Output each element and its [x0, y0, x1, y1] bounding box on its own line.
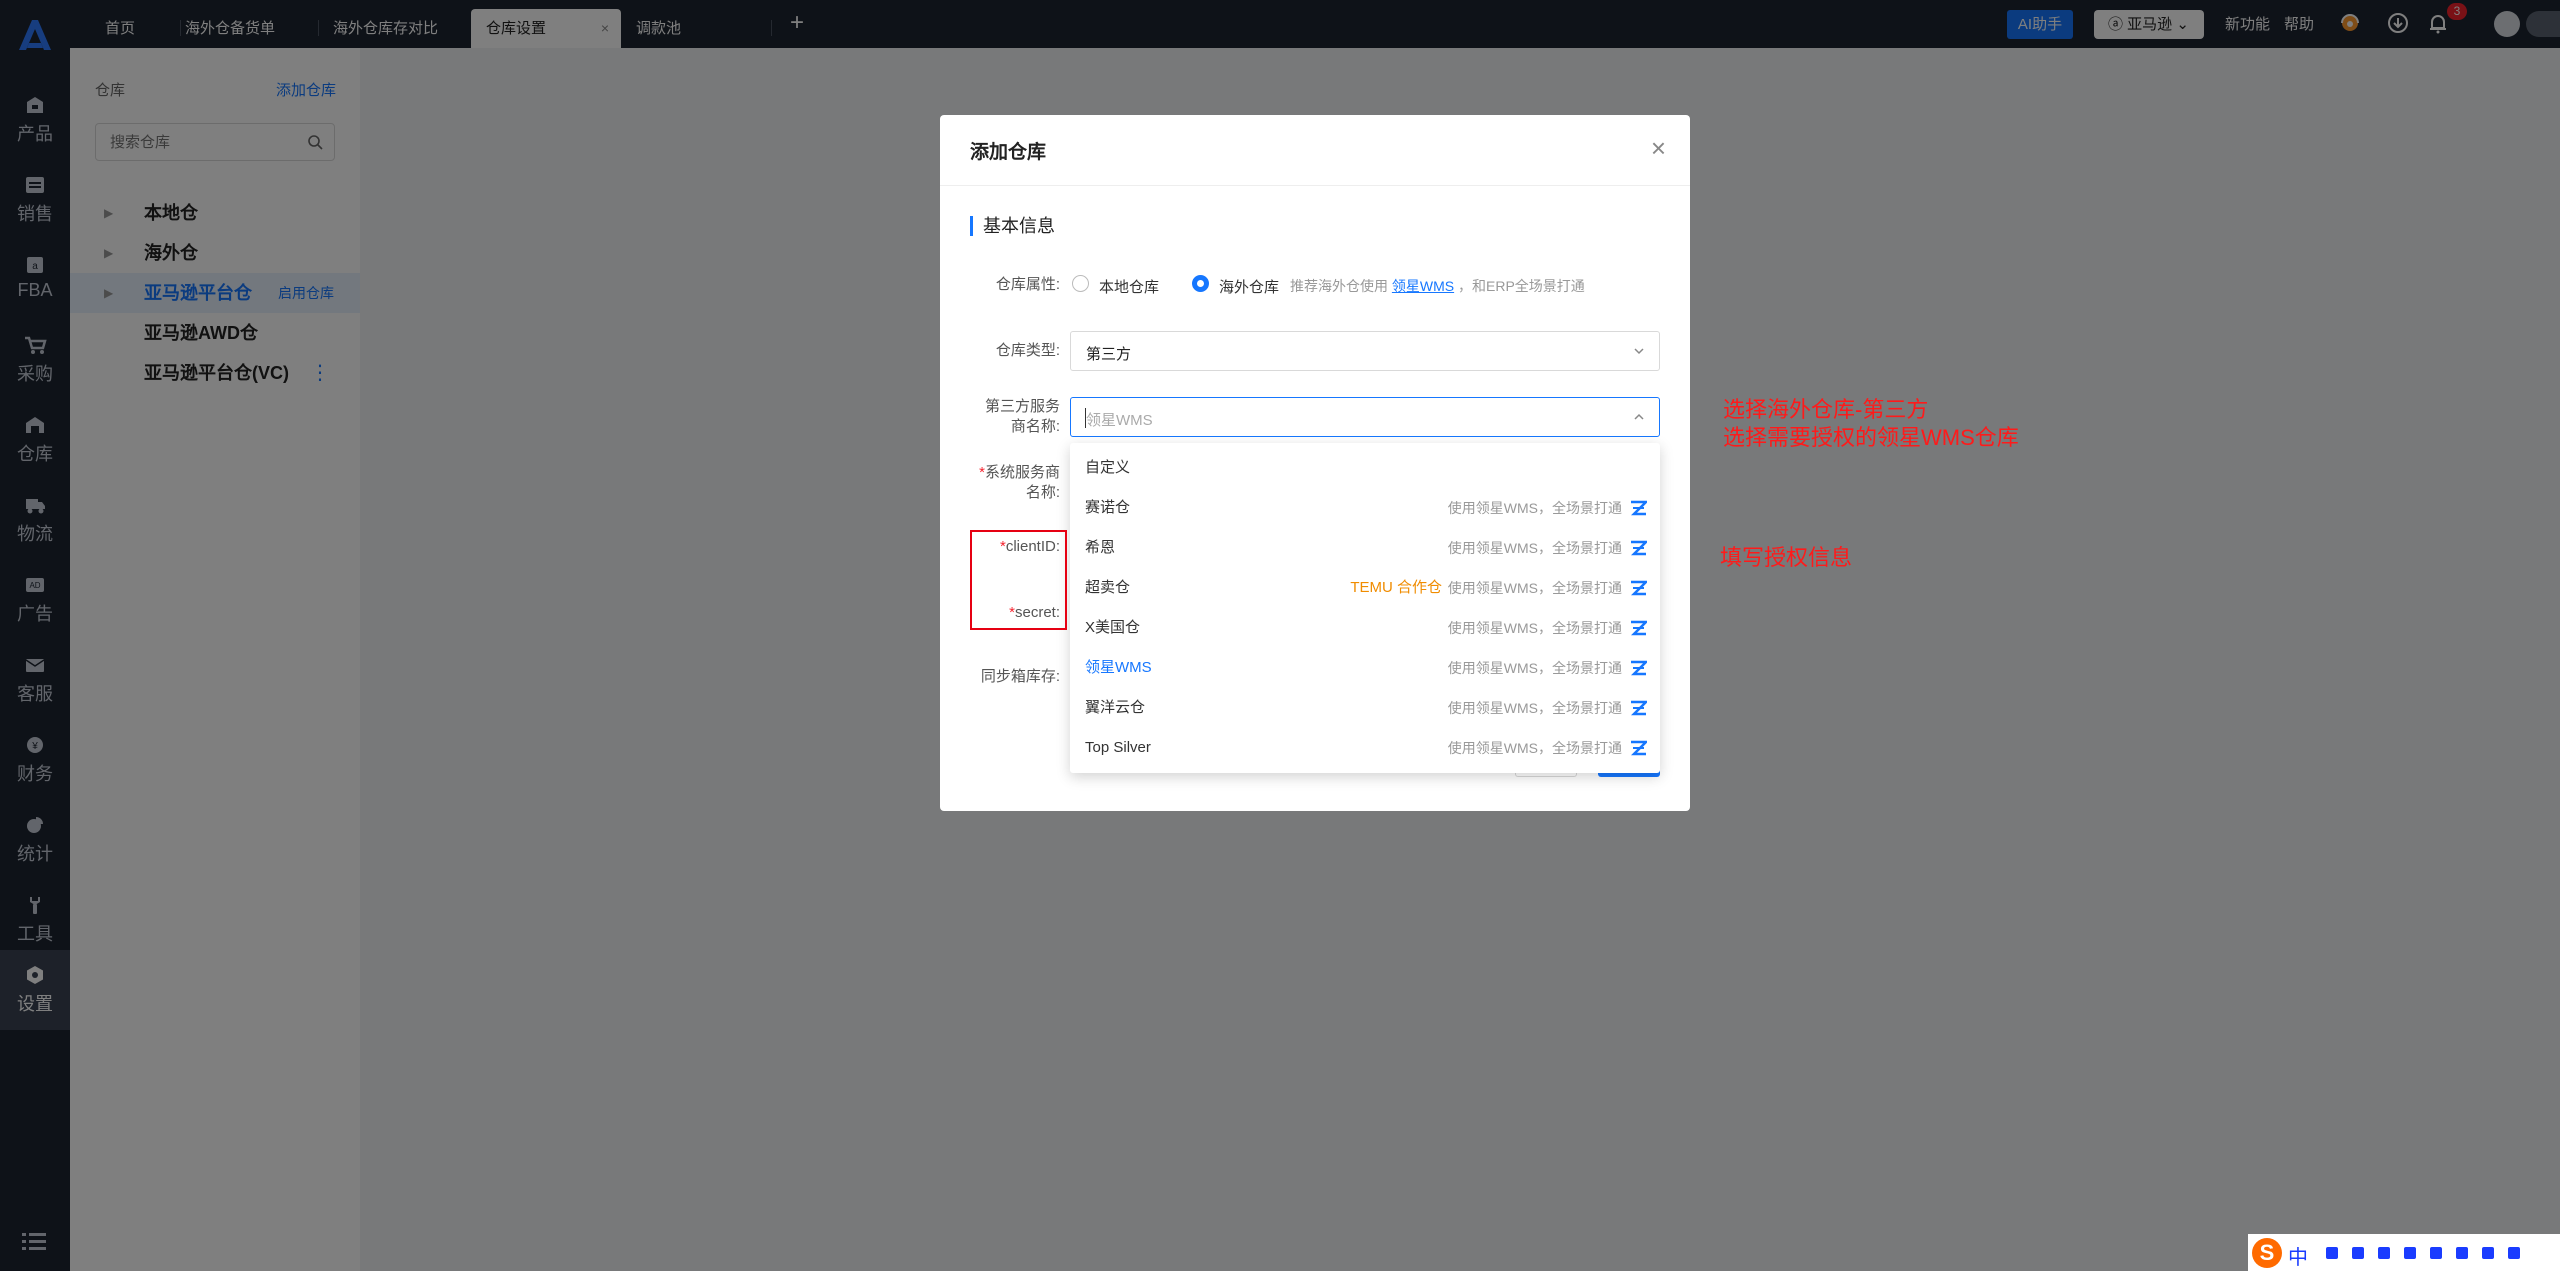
system-provider-label: *系统服务商 名称: — [940, 463, 1060, 503]
option-note: 使用领星WMS，全场景打通 — [1447, 700, 1622, 716]
radio-local[interactable] — [1072, 275, 1089, 292]
label-line: 系统服务商 — [984, 464, 1060, 481]
option-name: 希恩 — [1085, 539, 1116, 556]
chevron-down-icon — [1634, 348, 1644, 355]
hint-text: ，和ERP全场景打通 — [1458, 278, 1585, 294]
radio-overseas-label[interactable]: 海外仓库 — [1219, 276, 1279, 297]
option-name: 赛诺仓 — [1085, 499, 1131, 516]
provider-select[interactable]: 领星WMS — [1070, 397, 1660, 437]
dropdown-option[interactable]: Top Silver 使用领星WMS，全场景打通 — [1070, 728, 1660, 768]
dropdown-option[interactable]: X美国仓 使用领星WMS，全场景打通 — [1070, 608, 1660, 648]
radio-overseas[interactable] — [1192, 275, 1209, 292]
select-placeholder: 领星WMS — [1086, 412, 1153, 429]
modal-header: 添加仓库 × — [940, 115, 1690, 186]
option-name: Top Silver — [1085, 739, 1151, 756]
option-note: 使用领星WMS，全场景打通 — [1447, 500, 1622, 516]
ime-punct-icon[interactable] — [2326, 1247, 2338, 1259]
warehouse-type-select[interactable]: 第三方 — [1070, 331, 1660, 371]
dropdown-option[interactable]: 超卖仓 TEMU 合作仓 使用领星WMS，全场景打通 — [1070, 568, 1660, 608]
annotation-highlight-box — [970, 530, 1067, 630]
option-name: 领星WMS — [1085, 659, 1152, 676]
lingxing-logo-icon — [1630, 620, 1647, 636]
radio-local-label[interactable]: 本地仓库 — [1099, 276, 1159, 297]
option-note: 使用领星WMS，全场景打通 — [1447, 540, 1622, 556]
lingxing-logo-icon — [1630, 660, 1647, 676]
provider-dropdown: 自定义 赛诺仓 使用领星WMS，全场景打通 希恩 使用领星WMS，全场景打通 超… — [1070, 443, 1660, 773]
lingxing-logo-icon — [1630, 700, 1647, 716]
dropdown-option[interactable]: 翼洋云仓 使用领星WMS，全场景打通 — [1070, 688, 1660, 728]
provider-label: 第三方服务 商名称: — [940, 397, 1060, 437]
attr-label: 仓库属性: — [995, 276, 1060, 293]
ime-more-icon[interactable] — [2508, 1247, 2520, 1259]
ime-toolbar: S 中 — [2248, 1234, 2560, 1271]
ime-language-toggle[interactable]: 中 — [2288, 1241, 2308, 1270]
lingxing-logo-icon — [1630, 580, 1647, 596]
label-line: 名称: — [1025, 484, 1060, 501]
section-title: 基本信息 — [970, 216, 1055, 236]
wms-link[interactable]: 领星WMS — [1392, 278, 1454, 294]
type-label: 仓库类型: — [995, 342, 1060, 359]
dropdown-option[interactable]: 希恩 使用领星WMS，全场景打通 — [1070, 528, 1660, 568]
sync-label: 同步箱库存: — [980, 668, 1060, 685]
modal-title: 添加仓库 — [970, 142, 1047, 163]
close-icon[interactable]: × — [1651, 133, 1666, 164]
ime-emoji-icon[interactable] — [2352, 1247, 2364, 1259]
annotation-text: 填写授权信息 — [1720, 545, 1853, 570]
option-name: X美国仓 — [1085, 619, 1141, 636]
option-note: 使用领星WMS，全场景打通 — [1447, 740, 1622, 756]
dropdown-option-selected[interactable]: 领星WMS 使用领星WMS，全场景打通 — [1070, 648, 1660, 688]
option-name: 翼洋云仓 — [1085, 699, 1146, 716]
label-line: 第三方服务 — [984, 398, 1060, 415]
ime-toolbox-icon[interactable] — [2482, 1247, 2494, 1259]
label-line: 商名称: — [1010, 418, 1060, 435]
option-name: 超卖仓 — [1085, 579, 1131, 596]
lingxing-logo-icon — [1630, 500, 1647, 516]
ime-user-icon[interactable] — [2430, 1247, 2442, 1259]
select-value: 第三方 — [1086, 346, 1132, 363]
sogou-logo-icon[interactable]: S — [2252, 1238, 2282, 1268]
annotation-text: 选择海外仓库-第三方 — [1723, 397, 1929, 422]
annotation-text: 选择需要授权的领星WMS仓库 — [1723, 425, 2019, 450]
chevron-up-icon — [1634, 413, 1644, 420]
dropdown-option[interactable]: 赛诺仓 使用领星WMS，全场景打通 — [1070, 488, 1660, 528]
hint-text: 推荐海外仓使用 — [1290, 278, 1388, 294]
dropdown-option[interactable]: 自定义 — [1070, 448, 1660, 488]
temu-tag: TEMU 合作仓 — [1350, 579, 1442, 596]
lingxing-logo-icon — [1630, 540, 1647, 556]
option-note: 使用领星WMS，全场景打通 — [1447, 660, 1622, 676]
ime-keyboard-icon[interactable] — [2404, 1247, 2416, 1259]
lingxing-logo-icon — [1630, 740, 1647, 756]
ime-skin-icon[interactable] — [2456, 1247, 2468, 1259]
option-note: 使用领星WMS，全场景打通 — [1447, 620, 1622, 636]
recommend-hint: 推荐海外仓使用 领星WMS ，和ERP全场景打通 — [1290, 276, 1585, 296]
option-name: 自定义 — [1085, 459, 1131, 476]
option-note: 使用领星WMS，全场景打通 — [1447, 580, 1622, 596]
ime-mic-icon[interactable] — [2378, 1247, 2390, 1259]
